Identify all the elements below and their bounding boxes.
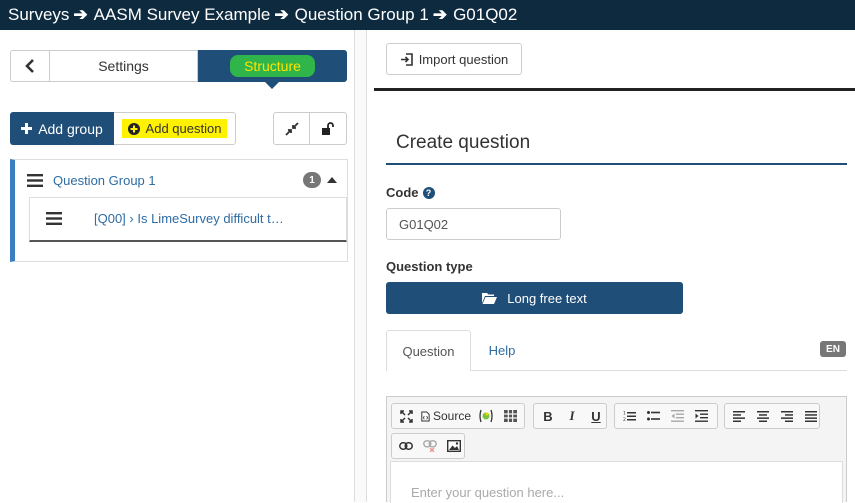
question-type-value: Long free text [507, 290, 587, 306]
table-icon[interactable] [499, 405, 521, 427]
unlock-order-button[interactable] [310, 112, 347, 145]
question-group-header[interactable]: Question Group 1 [27, 170, 156, 190]
editor-toolbar-group-align [724, 403, 820, 429]
editor-toolbar-group-basic: B I U [533, 403, 607, 429]
source-icon [421, 411, 430, 421]
align-left-icon[interactable] [728, 405, 750, 427]
maximize-icon[interactable] [395, 405, 417, 427]
arrow-right-icon: ➔ [73, 5, 88, 24]
rich-text-editor: Source B I U 12 Enter your question here… [386, 396, 847, 503]
import-question-label: Import question [418, 51, 509, 67]
tab-structure-label: Structure [230, 55, 315, 77]
question-circle-icon[interactable]: ? [422, 186, 435, 199]
link-icon[interactable] [395, 435, 417, 457]
source-label: Source [432, 409, 471, 423]
unlink-icon[interactable] [419, 435, 441, 457]
code-label-text: Code [386, 185, 419, 200]
breadcrumb-question: G01Q02 [453, 5, 518, 24]
editor-toolbar-group-insert [391, 433, 465, 459]
title-underline [386, 163, 847, 165]
source-button[interactable]: Source [419, 405, 473, 427]
editor-toolbar-group-lists: 12 [614, 403, 718, 429]
add-group-button[interactable]: Add group [10, 112, 114, 145]
bulleted-list-icon[interactable] [642, 405, 664, 427]
tab-question[interactable]: Question [386, 330, 471, 371]
expression-icon[interactable] [475, 405, 497, 427]
question-link[interactable]: [Q00] › Is LimeSurvey difficult t… [94, 211, 284, 226]
add-question-inner: Add question [121, 119, 228, 138]
panel-divider[interactable] [354, 30, 367, 502]
question-group-card: Question Group 1 1 [Q00] › Is LimeSurvey… [10, 159, 348, 262]
collapse-sidebar-button[interactable] [10, 50, 50, 82]
question-type-label: Question type [386, 259, 473, 274]
add-question-label: Add question [145, 121, 222, 136]
drag-handle-icon[interactable] [27, 173, 43, 187]
unlock-icon [322, 121, 334, 135]
tab-structure[interactable]: Structure [198, 50, 347, 82]
compress-icon [284, 121, 299, 136]
question-type-button[interactable]: Long free text [386, 282, 683, 314]
breadcrumb-group[interactable]: Question Group 1 [295, 5, 429, 25]
editor-toolbar-group-document: Source [391, 403, 525, 429]
tabs-separator [471, 370, 847, 371]
arrow-right-icon: ➔ [274, 5, 289, 24]
numbered-list-icon[interactable]: 12 [618, 405, 640, 427]
add-question-button[interactable]: Add question [114, 112, 236, 145]
svg-text:2: 2 [623, 417, 626, 422]
align-right-icon[interactable] [776, 405, 798, 427]
question-count-badge: 1 [303, 172, 321, 188]
editor-placeholder: Enter your question here... [411, 485, 565, 500]
chevron-left-icon [25, 59, 34, 73]
language-badge: EN [820, 341, 846, 357]
plus-icon [21, 123, 33, 134]
breadcrumb-surveys[interactable]: Surveys [8, 5, 69, 25]
image-icon[interactable] [443, 435, 465, 457]
italic-icon[interactable]: I [561, 405, 583, 427]
active-tab-caret [265, 82, 279, 89]
outdent-icon[interactable] [666, 405, 688, 427]
import-question-button[interactable]: Import question [386, 43, 522, 75]
header-separator [374, 88, 855, 91]
svg-text:1: 1 [623, 411, 626, 417]
code-input[interactable] [386, 208, 561, 240]
drag-handle-icon[interactable] [46, 212, 62, 225]
question-text-editor[interactable]: Enter your question here... [390, 461, 843, 503]
underline-icon[interactable]: U [585, 405, 607, 427]
tab-settings[interactable]: Settings [50, 50, 198, 82]
bold-icon[interactable]: B [537, 405, 559, 427]
breadcrumb-survey[interactable]: AASM Survey Example [94, 5, 271, 25]
sign-in-icon [400, 52, 413, 66]
add-group-label: Add group [38, 120, 103, 137]
structure-sidebar: Settings Structure Add group Add questio… [0, 30, 355, 502]
plus-circle-icon [127, 122, 140, 135]
indent-icon[interactable] [690, 405, 712, 427]
align-center-icon[interactable] [752, 405, 774, 427]
arrow-right-icon: ➔ [432, 5, 448, 24]
question-group-title[interactable]: Question Group 1 [53, 173, 156, 188]
tab-help[interactable]: Help [471, 330, 533, 371]
caret-up-icon[interactable] [327, 177, 337, 183]
list-item[interactable]: [Q00] › Is LimeSurvey difficult t… [29, 197, 347, 242]
breadcrumb: Surveys ➔ AASM Survey Example ➔ Question… [0, 0, 855, 30]
page-title: Create question [396, 132, 531, 153]
code-label: Code ? [386, 185, 435, 200]
collapse-all-button[interactable] [273, 112, 310, 145]
folder-open-icon [482, 293, 498, 304]
align-justify-icon[interactable] [800, 405, 822, 427]
